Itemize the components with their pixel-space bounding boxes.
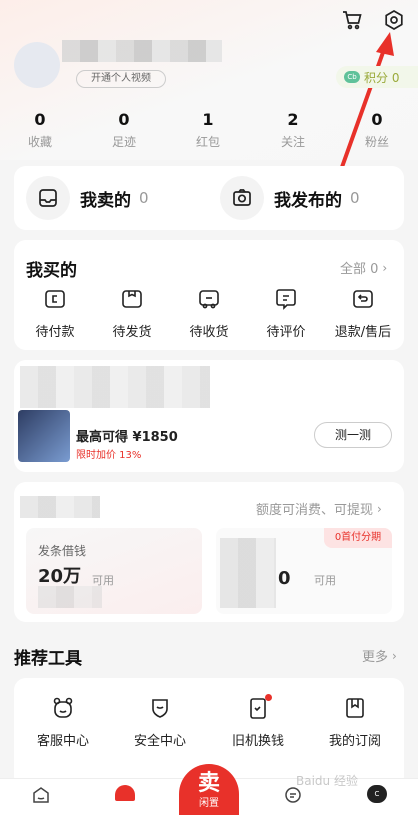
- tools-more-label: 更多: [362, 650, 389, 665]
- phone-image: [18, 410, 70, 462]
- stat-label: 关注: [280, 135, 305, 149]
- orders-all-link[interactable]: 全部 0 ›: [340, 258, 388, 278]
- sold-entry[interactable]: 我卖的 0: [26, 176, 149, 220]
- loan-title-blurred: [20, 496, 100, 518]
- tool-label: 旧机换钱: [231, 734, 284, 749]
- posted-entry[interactable]: 我发布的 0: [220, 176, 360, 220]
- installment-badge: 0首付分期: [324, 528, 392, 548]
- bear-icon: [53, 697, 73, 718]
- order-pending-shipment[interactable]: 待发货: [97, 287, 167, 340]
- loan-link[interactable]: 额度可消费、可提现 ›: [256, 499, 382, 519]
- loan-link-label: 额度可消费、可提现: [256, 503, 374, 518]
- watermark: Baidu 经验: [296, 774, 358, 788]
- recycle-price: 最高可得 ¥1850: [76, 430, 178, 445]
- loan-label: 发条借钱: [38, 544, 87, 558]
- tray-icon: [26, 176, 70, 220]
- order-label: 待发货: [112, 325, 152, 340]
- tool-customer-service[interactable]: 客服中心: [18, 696, 108, 749]
- loan-sub-blurred: [38, 586, 102, 608]
- tools-more-link[interactable]: 更多 ›: [362, 646, 397, 666]
- orders-all-label: 全部 0: [340, 262, 379, 277]
- loan-amount: 20万: [38, 566, 82, 587]
- order-refund[interactable]: 退款/售后: [328, 287, 398, 340]
- wallet-icon: [45, 290, 65, 308]
- product-image-blurred: [220, 538, 276, 608]
- sell-button-bottom: 闲置: [199, 798, 219, 809]
- user-tag[interactable]: 开通个人视频: [76, 70, 166, 88]
- chevron-right-icon: ›: [392, 648, 397, 663]
- orders-title: 我买的: [26, 261, 77, 281]
- shield-icon: [152, 699, 168, 718]
- comment-icon: [276, 289, 296, 310]
- mine-icon: C: [367, 785, 387, 803]
- notification-dot: [265, 694, 272, 701]
- sold-label: 我卖的: [80, 190, 131, 211]
- tool-label: 客服中心: [36, 734, 89, 749]
- bookmark-icon: [346, 698, 364, 718]
- tools-title: 推荐工具: [14, 649, 82, 669]
- order-pending-receipt[interactable]: 待收货: [174, 287, 244, 340]
- chevron-right-icon: ›: [377, 501, 382, 516]
- order-pending-review[interactable]: 待评价: [251, 287, 321, 340]
- stat-footprints[interactable]: 0 足迹: [94, 110, 154, 151]
- home-icon: [33, 787, 49, 803]
- tab-mine[interactable]: C: [352, 785, 402, 803]
- installment-tile[interactable]: 0首付分期 0 可用: [216, 528, 392, 614]
- tab-play[interactable]: [100, 785, 150, 804]
- order-label: 待收货: [189, 325, 229, 340]
- order-pending-payment[interactable]: 待付款: [20, 287, 90, 340]
- sell-button-top: 卖: [197, 771, 220, 796]
- order-label: 退款/售后: [334, 325, 392, 340]
- tool-subscriptions[interactable]: 我的订阅: [310, 696, 400, 749]
- stat-label: 粉丝: [364, 135, 389, 149]
- sold-count: 0: [139, 189, 149, 207]
- stat-following[interactable]: 2 关注: [263, 110, 323, 151]
- recycle-title-blurred: [20, 366, 210, 408]
- refund-icon: [353, 290, 373, 308]
- stat-value: 0: [371, 110, 383, 129]
- camera-icon: [220, 176, 264, 220]
- stat-favorites[interactable]: 0 收藏: [10, 110, 70, 151]
- stat-label: 红包: [195, 135, 220, 149]
- truck-icon: [199, 290, 219, 309]
- sell-button[interactable]: 卖 闲置: [179, 764, 239, 815]
- tool-security-center[interactable]: 安全中心: [115, 696, 205, 749]
- tool-trade-in[interactable]: 旧机换钱: [213, 694, 303, 749]
- box-icon: [122, 290, 142, 308]
- stat-value: 1: [202, 110, 214, 129]
- stat-value: 0: [118, 110, 130, 129]
- stat-fans[interactable]: 0 粉丝: [347, 110, 407, 151]
- play-icon: [115, 785, 135, 801]
- loan-tile[interactable]: 发条借钱 20万 可用: [26, 528, 202, 614]
- stat-label: 足迹: [111, 135, 136, 149]
- stat-value: 2: [287, 110, 299, 129]
- tool-label: 安全中心: [133, 734, 186, 749]
- installment-available: 可用: [314, 574, 336, 587]
- stat-value: 0: [34, 110, 46, 129]
- stat-red-packets[interactable]: 1 红包: [178, 110, 238, 151]
- tab-home[interactable]: [16, 785, 66, 808]
- posted-count: 0: [350, 189, 360, 207]
- avatar[interactable]: [14, 42, 60, 88]
- recycle-bonus: 限时加价 13%: [76, 450, 142, 461]
- stat-label: 收藏: [27, 135, 52, 149]
- tool-label: 我的订阅: [328, 734, 381, 749]
- username-blurred[interactable]: [62, 40, 222, 62]
- chevron-right-icon: ›: [382, 260, 388, 275]
- points-pill[interactable]: Cb 积分 0: [336, 66, 418, 88]
- posted-label: 我发布的: [274, 190, 342, 211]
- test-button[interactable]: 测一测: [314, 422, 392, 448]
- order-label: 待评价: [266, 325, 306, 340]
- order-label: 待付款: [35, 325, 75, 340]
- points-label: 积分 0: [364, 70, 400, 85]
- coin-icon: Cb: [344, 71, 360, 83]
